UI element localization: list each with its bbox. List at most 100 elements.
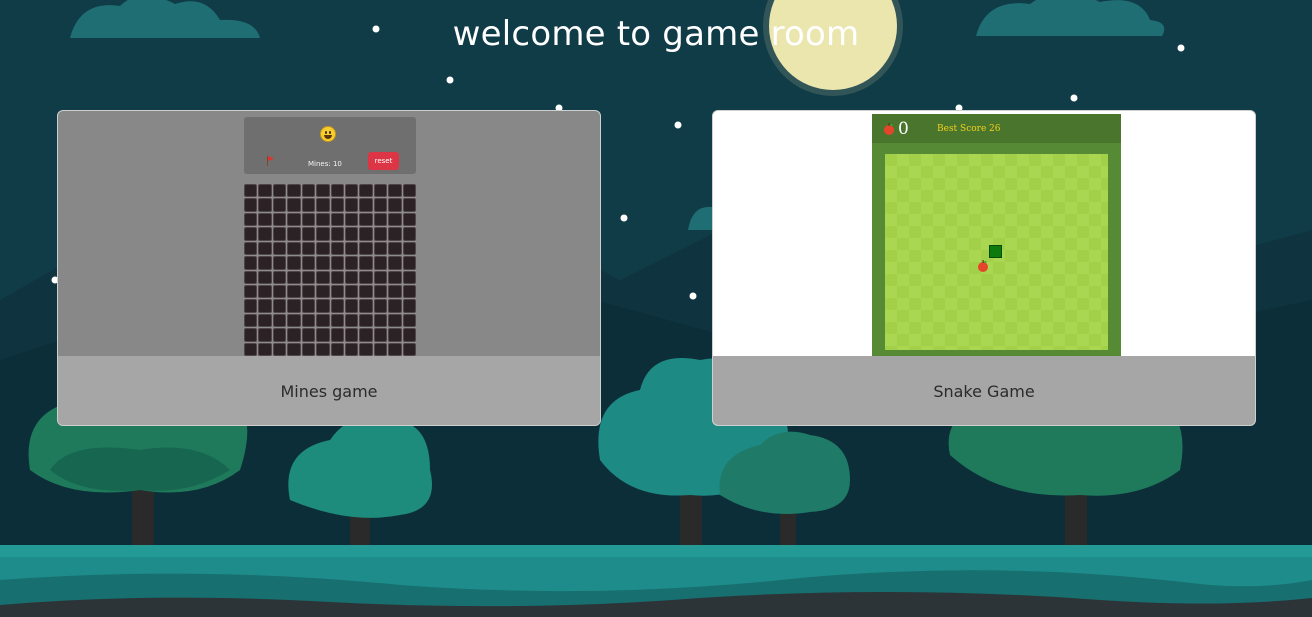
mine-cell[interactable] [330, 342, 344, 356]
mine-cell[interactable] [344, 328, 359, 342]
mine-cell[interactable] [316, 241, 330, 256]
mine-cell[interactable] [287, 212, 301, 227]
mine-cell[interactable] [244, 299, 258, 313]
mine-cell[interactable] [402, 241, 416, 256]
mine-cell[interactable] [272, 270, 287, 284]
mine-cell[interactable] [373, 342, 388, 356]
mine-cell[interactable] [301, 342, 316, 356]
mine-cell[interactable] [402, 270, 416, 284]
mine-cell[interactable] [373, 328, 388, 342]
mine-cell[interactable] [373, 241, 388, 256]
mine-cell[interactable] [287, 342, 301, 356]
mine-cell[interactable] [344, 299, 359, 313]
mine-cell[interactable] [287, 299, 301, 313]
mine-cell[interactable] [272, 284, 287, 299]
mine-cell[interactable] [388, 270, 402, 284]
mine-cell[interactable] [258, 328, 272, 342]
mine-cell[interactable] [258, 241, 272, 256]
mine-cell[interactable] [330, 198, 344, 212]
mine-cell[interactable] [359, 241, 373, 256]
mine-cell[interactable] [373, 313, 388, 328]
mine-cell[interactable] [359, 198, 373, 212]
mine-cell[interactable] [388, 299, 402, 313]
mine-cell[interactable] [330, 212, 344, 227]
mine-cell[interactable] [388, 227, 402, 241]
mine-cell[interactable] [344, 342, 359, 356]
mine-cell[interactable] [287, 328, 301, 342]
mine-cell[interactable] [330, 270, 344, 284]
mine-cell[interactable] [330, 227, 344, 241]
mine-cell[interactable] [330, 299, 344, 313]
mine-cell[interactable] [244, 241, 258, 256]
mine-cell[interactable] [330, 328, 344, 342]
mine-cell[interactable] [373, 299, 388, 313]
mine-cell[interactable] [244, 198, 258, 212]
mine-cell[interactable] [244, 270, 258, 284]
mine-cell[interactable] [244, 184, 258, 198]
mine-cell[interactable] [316, 284, 330, 299]
mine-cell[interactable] [359, 256, 373, 270]
mine-cell[interactable] [316, 270, 330, 284]
mine-cell[interactable] [359, 270, 373, 284]
mine-cell[interactable] [402, 313, 416, 328]
mine-cell[interactable] [402, 299, 416, 313]
mine-cell[interactable] [258, 198, 272, 212]
mine-cell[interactable] [287, 256, 301, 270]
mine-cell[interactable] [287, 184, 301, 198]
mine-cell[interactable] [258, 342, 272, 356]
mine-cell[interactable] [287, 284, 301, 299]
mine-cell[interactable] [373, 212, 388, 227]
mine-cell[interactable] [388, 241, 402, 256]
mine-cell[interactable] [301, 328, 316, 342]
mine-cell[interactable] [272, 342, 287, 356]
mine-cell[interactable] [373, 284, 388, 299]
mine-cell[interactable] [301, 227, 316, 241]
mine-cell[interactable] [373, 270, 388, 284]
mine-cell[interactable] [316, 328, 330, 342]
mine-cell[interactable] [301, 284, 316, 299]
mine-cell[interactable] [272, 241, 287, 256]
mine-cell[interactable] [373, 256, 388, 270]
mine-cell[interactable] [301, 270, 316, 284]
reset-button[interactable]: reset [368, 152, 399, 170]
mine-cell[interactable] [301, 313, 316, 328]
mine-cell[interactable] [344, 212, 359, 227]
mine-cell[interactable] [388, 256, 402, 270]
mine-cell[interactable] [287, 313, 301, 328]
mine-cell[interactable] [244, 227, 258, 241]
mine-cell[interactable] [244, 284, 258, 299]
mine-cell[interactable] [316, 313, 330, 328]
mine-cell[interactable] [388, 212, 402, 227]
mine-cell[interactable] [388, 284, 402, 299]
mine-cell[interactable] [272, 313, 287, 328]
mine-cell[interactable] [330, 241, 344, 256]
mine-cell[interactable] [272, 184, 287, 198]
mine-cell[interactable] [316, 184, 330, 198]
mine-cell[interactable] [330, 184, 344, 198]
mine-cell[interactable] [344, 241, 359, 256]
mine-cell[interactable] [344, 256, 359, 270]
mine-cell[interactable] [258, 256, 272, 270]
mine-cell[interactable] [258, 313, 272, 328]
mine-cell[interactable] [301, 241, 316, 256]
mine-cell[interactable] [344, 284, 359, 299]
mine-cell[interactable] [287, 241, 301, 256]
mine-cell[interactable] [244, 313, 258, 328]
mine-cell[interactable] [330, 284, 344, 299]
mine-cell[interactable] [402, 284, 416, 299]
mine-cell[interactable] [258, 184, 272, 198]
mine-cell[interactable] [388, 184, 402, 198]
mine-cell[interactable] [402, 212, 416, 227]
mine-cell[interactable] [272, 227, 287, 241]
mine-cell[interactable] [388, 198, 402, 212]
mine-cell[interactable] [359, 299, 373, 313]
mine-cell[interactable] [258, 299, 272, 313]
mine-cell[interactable] [344, 227, 359, 241]
mine-cell[interactable] [402, 198, 416, 212]
mine-cell[interactable] [244, 342, 258, 356]
mine-cell[interactable] [402, 328, 416, 342]
mine-cell[interactable] [272, 299, 287, 313]
mine-cell[interactable] [272, 198, 287, 212]
mine-cell[interactable] [287, 270, 301, 284]
mine-cell[interactable] [244, 212, 258, 227]
